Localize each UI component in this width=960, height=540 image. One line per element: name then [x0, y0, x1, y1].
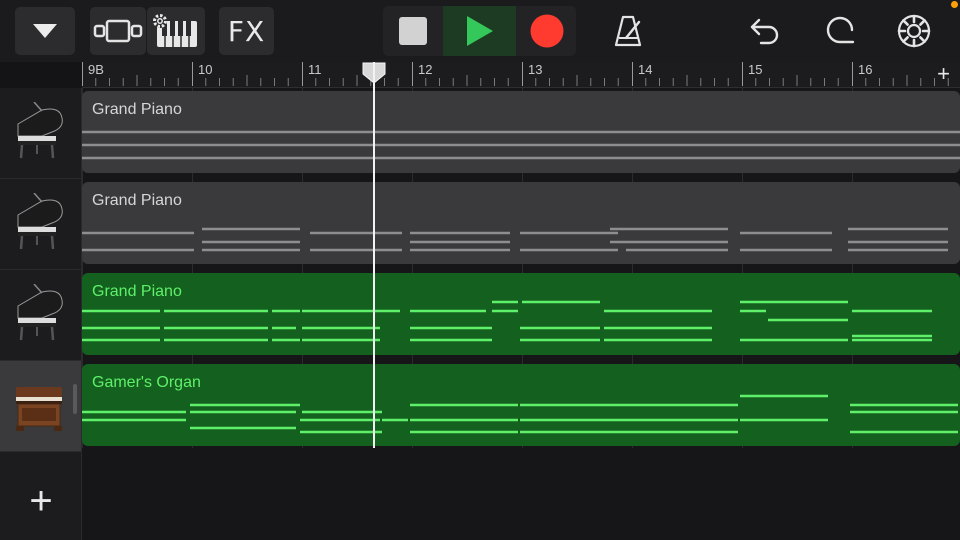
bar-number: 11	[308, 62, 322, 77]
undo-icon	[750, 18, 779, 45]
gear-icon	[897, 14, 931, 48]
track-lane-2: Grand Piano	[82, 179, 960, 267]
notification-dot	[951, 1, 958, 8]
metronome-icon	[614, 15, 642, 47]
tracks-view-icon	[93, 19, 143, 43]
bar-number: 14	[638, 62, 653, 77]
track-lane-4: Gamer's Organ	[82, 361, 960, 449]
region-grand-piano-2[interactable]: Grand Piano	[82, 182, 960, 264]
settings-button[interactable]	[892, 10, 936, 52]
region-label: Grand Piano	[92, 101, 182, 118]
region-label: Grand Piano	[92, 283, 182, 300]
grand-piano-icon	[17, 284, 63, 341]
grand-piano-icon	[17, 102, 63, 159]
region-grand-piano-1[interactable]: Grand Piano	[82, 91, 960, 173]
record-icon	[530, 14, 563, 48]
region-grand-piano-3[interactable]: Grand Piano	[82, 273, 960, 355]
track-headers: +	[0, 88, 82, 540]
playhead-line	[372, 62, 375, 448]
bar-number: 15	[748, 62, 763, 77]
triangle-down-icon	[33, 24, 57, 38]
track-area[interactable]: Grand Piano Grand Piano Grand Piano Game…	[82, 88, 960, 540]
add-track-button[interactable]: +	[18, 478, 64, 524]
organ-icon	[16, 387, 62, 431]
track-lane-1: Grand Piano	[82, 88, 960, 176]
instrument-controls-button[interactable]	[147, 7, 205, 55]
region-label: Grand Piano	[92, 192, 182, 209]
record-button[interactable]	[517, 6, 576, 56]
ruler-ticks	[82, 62, 949, 86]
play-icon	[466, 16, 493, 46]
track-header-2[interactable]	[0, 179, 81, 270]
fx-button[interactable]: FX	[219, 7, 274, 55]
add-section-button[interactable]: +	[937, 63, 950, 85]
bar-number: 10	[198, 62, 213, 77]
track-header-3[interactable]	[0, 270, 81, 361]
browser-menu-button[interactable]	[15, 7, 75, 55]
metronome-button[interactable]	[606, 10, 650, 52]
fx-label: FX	[227, 14, 266, 48]
keyboard-gear-icon	[153, 14, 197, 47]
top-toolbar: FX	[0, 0, 960, 62]
header-resize-handle[interactable]	[73, 384, 77, 414]
bar-number: 12	[418, 62, 433, 77]
bar-number: 16	[858, 62, 873, 77]
undo-button[interactable]	[743, 10, 787, 52]
track-lane-3: Grand Piano	[82, 270, 960, 358]
transport-controls	[383, 6, 576, 56]
region-label: Gamer's Organ	[92, 374, 201, 391]
track-header-1[interactable]	[0, 88, 81, 179]
track-view-button[interactable]	[90, 7, 146, 55]
loop-icon	[826, 16, 855, 44]
grand-piano-icon	[17, 193, 63, 250]
track-header-4[interactable]	[0, 361, 81, 452]
stop-icon	[398, 17, 427, 45]
loop-browser-button[interactable]	[818, 10, 862, 52]
stop-button[interactable]	[383, 6, 442, 56]
bar-number: 13	[528, 62, 543, 77]
region-gamers-organ[interactable]: Gamer's Organ	[82, 364, 960, 446]
bar-number: 9B	[88, 62, 104, 77]
play-button[interactable]	[443, 6, 516, 56]
timeline-ruler[interactable]: 9B 10 11 12 13 14 15 16 +	[82, 62, 960, 88]
